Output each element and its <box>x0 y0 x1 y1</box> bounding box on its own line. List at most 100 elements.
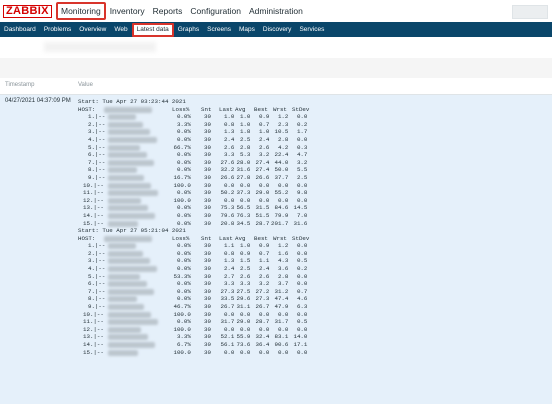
tab-dashboard[interactable]: Dashboard <box>0 22 40 37</box>
menu-configuration[interactable]: Configuration <box>186 2 245 20</box>
tab-latest-data[interactable]: Latest data <box>131 22 174 37</box>
hop-best: 1.1 <box>252 257 270 265</box>
hop-row: 13.|-- 0.0% 30 75.3 56.5 31.5 84.6 14.5 <box>78 204 307 212</box>
tab-discovery[interactable]: Discovery <box>259 22 296 37</box>
hop-snt: 30 <box>204 158 211 166</box>
hop-loss: 0.0% <box>170 265 191 273</box>
hop-number: 2.|-- <box>88 249 106 257</box>
hop-loss: 0.0% <box>170 219 191 227</box>
hop-stdev: 1.7 <box>290 128 308 136</box>
tab-screens[interactable]: Screens <box>203 22 235 37</box>
hop-row: 8.|-- 0.0% 30 32.2 31.6 27.4 50.0 5.5 <box>78 166 307 174</box>
redacted-hop-host <box>108 266 157 273</box>
hop-loss: 100.0 <box>170 196 191 204</box>
hop-last: 0.8 <box>217 249 235 257</box>
hop-avg: 0.0 <box>233 348 251 356</box>
zabbix-logo[interactable]: ZABBIX <box>3 5 52 18</box>
hop-snt: 30 <box>204 204 211 212</box>
hop-wrst: 3.7 <box>271 280 289 288</box>
tab-services[interactable]: Services <box>295 22 328 37</box>
hop-avg: 37.3 <box>233 189 251 197</box>
hop-loss: 0.0% <box>170 257 191 265</box>
hop-number: 5.|-- <box>88 143 106 151</box>
redacted-hop-host <box>108 349 138 356</box>
hop-number: 7.|-- <box>88 158 106 166</box>
hop-avg: 31.6 <box>233 166 251 174</box>
menu-inventory[interactable]: Inventory <box>106 2 149 20</box>
hop-snt: 30 <box>204 143 211 151</box>
redacted-hop-host <box>108 152 147 159</box>
redacted-hop-host <box>108 326 141 333</box>
hop-snt: 30 <box>204 219 211 227</box>
hop-wrst: 37.7 <box>271 173 289 181</box>
search-input[interactable] <box>512 5 548 19</box>
hop-avg: 55.9 <box>233 333 251 341</box>
hop-stdev: 7.0 <box>290 211 308 219</box>
hop-number: 10.|-- <box>83 310 104 318</box>
hop-wrst: 83.1 <box>271 333 289 341</box>
hop-snt: 30 <box>204 325 211 333</box>
hop-best: 0.9 <box>252 113 270 121</box>
hop-loss: 0.0% <box>170 135 191 143</box>
hop-number: 13.|-- <box>83 204 104 212</box>
hop-stdev: 0.5 <box>290 318 308 326</box>
hop-number: 8.|-- <box>88 295 106 303</box>
hop-best: 51.5 <box>252 211 270 219</box>
tab-overview[interactable]: Overview <box>75 22 110 37</box>
hop-row: 11.|-- 0.0% 30 31.7 29.0 28.7 31.7 0.5 <box>78 318 307 326</box>
menu-administration[interactable]: Administration <box>245 2 307 20</box>
tab-maps[interactable]: Maps <box>235 22 259 37</box>
hop-last: 1.0 <box>217 113 235 121</box>
hop-row: 7.|-- 0.0% 30 27.6 28.0 27.4 44.0 3.2 <box>78 158 307 167</box>
hop-last: 0.0 <box>217 196 235 204</box>
hop-last: 2.7 <box>217 272 235 280</box>
hop-best: 0.0 <box>252 310 270 318</box>
hop-loss: 0.0% <box>170 189 191 197</box>
tab-problems[interactable]: Problems <box>40 22 75 37</box>
hop-best: 27.4 <box>252 166 270 174</box>
hop-snt: 30 <box>204 303 211 311</box>
hop-row: 10.|-- 100.0 30 0.0 0.0 0.0 0.0 0.0 <box>78 310 307 319</box>
hop-stdev: 14.5 <box>290 204 308 212</box>
hop-snt: 30 <box>204 348 211 356</box>
tab-web[interactable]: Web <box>110 22 131 37</box>
hop-stdev: 0.0 <box>290 113 308 121</box>
hop-best: 0.9 <box>252 242 270 250</box>
hop-avg: 29.0 <box>233 318 251 326</box>
hop-wrst: 22.4 <box>271 151 289 159</box>
menu-monitoring[interactable]: Monitoring <box>56 2 106 20</box>
hop-loss: 0.0% <box>170 113 191 121</box>
hop-avg: 34.5 <box>233 219 251 227</box>
hop-best: 0.0 <box>252 181 270 189</box>
mtr-report: Start: Tue Apr 27 03:23:44 2021 HOST: Loss… <box>78 98 309 356</box>
hop-loss: 0.0% <box>170 158 191 166</box>
col-timestamp: Timestamp <box>5 82 35 88</box>
hop-best: 0.0 <box>252 325 270 333</box>
hop-best: 2.6 <box>252 272 270 280</box>
hop-stdev: 0.0 <box>290 249 308 257</box>
hop-best: 31.5 <box>252 204 270 212</box>
redacted-hop-host <box>108 174 144 181</box>
table-header: Timestamp Value <box>0 78 552 95</box>
header-avg: Avg <box>235 105 246 113</box>
hop-stdev: 31.6 <box>290 219 308 227</box>
hop-wrst: 0.0 <box>271 196 289 204</box>
menu-reports[interactable]: Reports <box>149 2 187 20</box>
hop-last: 20.8 <box>217 219 235 227</box>
hop-avg: 5.3 <box>233 151 251 159</box>
hop-last: 75.3 <box>217 204 235 212</box>
hop-last: 0.0 <box>217 348 235 356</box>
hop-row: 15.|-- 0.0% 30 20.8 34.5 28.7 201.7 31.6 <box>78 220 307 228</box>
hop-last: 2.4 <box>217 265 235 273</box>
hop-snt: 30 <box>204 295 211 303</box>
hop-row: 11.|-- 0.0% 30 50.2 37.3 29.0 55.2 9.8 <box>78 189 307 197</box>
tab-graphs[interactable]: Graphs <box>174 22 203 37</box>
hop-row: 7.|-- 0.0% 30 27.3 27.5 27.2 31.2 0.7 <box>78 288 307 296</box>
hop-stdev: 0.0 <box>290 196 308 204</box>
hop-loss: 0.0% <box>170 318 191 326</box>
hop-best: 2.4 <box>252 265 270 273</box>
hop-number: 15.|-- <box>83 348 104 356</box>
hop-number: 14.|-- <box>83 211 104 219</box>
hop-loss: 0.0% <box>170 287 191 295</box>
hop-loss: 0.0% <box>170 280 191 288</box>
